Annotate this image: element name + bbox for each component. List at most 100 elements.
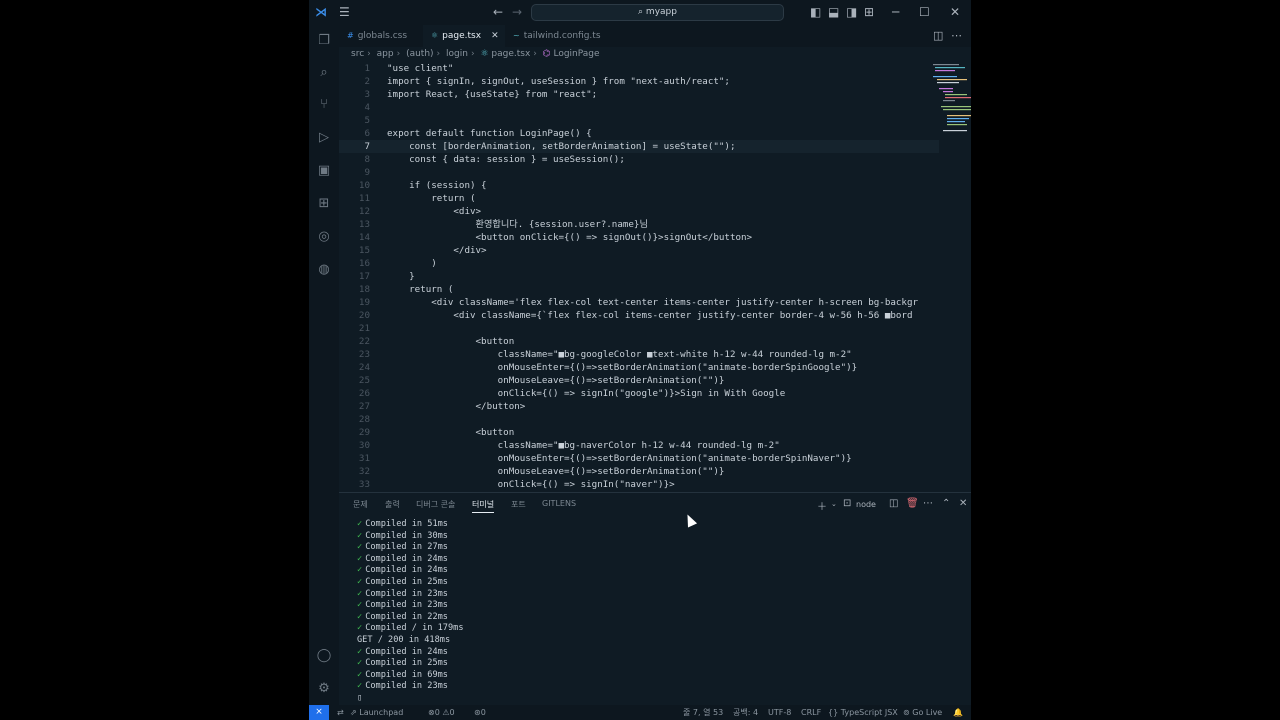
menu-icon[interactable]: ☰ [339,4,350,20]
source-control-icon[interactable]: ⑂ [316,97,332,113]
breadcrumb-item[interactable]: (auth) [406,49,433,59]
explorer-icon[interactable]: ❐ [316,33,332,49]
line-number: 14 [358,232,370,243]
more-actions-icon[interactable]: ⋯ [923,498,933,509]
split-terminal-icon[interactable]: ◫ [889,498,898,509]
sync-icon[interactable]: ⇄ [337,705,344,720]
run-debug-icon[interactable]: ▷ [316,130,332,146]
launchpad-item[interactable]: ⇗ Launchpad [350,705,403,720]
remote-indicator-icon[interactable]: ⨯ [309,705,329,720]
tab-terminal[interactable]: 터미널 [472,499,495,513]
tab-page-tsx[interactable]: ⚛ page.tsx ✕ [423,25,505,47]
go-live-button[interactable]: ⊚ Go Live [903,705,942,720]
line-number: 8 [364,154,370,165]
docker-icon[interactable]: ◍ [316,262,332,278]
minimap[interactable] [929,62,971,492]
remote-explorer-icon[interactable]: ▣ [316,163,332,179]
line-number: 19 [358,297,370,308]
code-line: 31 onMouseEnter={()=>setBorderAnimation(… [339,452,939,465]
checkmark-icon: ✓ [357,669,363,680]
search-icon[interactable]: ⌕ [316,65,332,81]
line-number: 24 [358,362,370,373]
activity-bar: ❐ ⌕ ⑂ ▷ ▣ ⊞ ◎ ◍ ◯ ⚙ [309,25,339,705]
line-number: 20 [358,310,370,321]
checkmark-icon: ✓ [357,576,363,587]
code-text: import { signIn, signOut, useSession } f… [387,76,730,87]
tab-output[interactable]: 출력 [385,499,400,510]
chevron-right-icon: › [470,49,475,59]
code-editor[interactable]: 1 "use client" 2 import { signIn, signOut, … [339,62,971,492]
terminal-text: Compiled in 30ms [365,530,448,541]
breadcrumb-item[interactable]: src [351,49,364,59]
cursor-position[interactable]: 줄 7, 열 53 [683,705,723,720]
code-line: 9 [339,166,939,179]
end-of-line[interactable]: CRLF [801,705,821,720]
more-actions-icon[interactable]: ⋯ [951,29,962,42]
code-text: import React, {useState} from "react"; [387,89,598,100]
code-line: 10 if (session) { [339,179,939,192]
customize-layout-icon[interactable]: ⊞ [864,4,874,20]
tab-gitlens[interactable]: GITLENS [542,499,576,508]
close-window-icon[interactable]: ✕ [950,4,960,20]
warning-icon: ⚠ [442,708,450,717]
maximize-icon[interactable]: ☐ [919,4,930,20]
tailwind-file-icon: ~ [513,31,520,40]
close-tab-icon[interactable]: ✕ [491,31,499,41]
breadcrumb-item[interactable]: page.tsx [491,49,530,59]
indentation[interactable]: 공백: 4 [733,705,758,720]
new-terminal-icon[interactable]: ＋ [817,498,827,513]
line-number: 22 [358,336,370,347]
toggle-sidebar-icon[interactable]: ◧ [810,4,821,20]
tab-debug-console[interactable]: 디버그 콘솔 [416,499,455,510]
command-center-search[interactable]: ⌕ myapp [531,4,784,21]
breadcrumb-item[interactable]: app [377,49,394,59]
gitlens-icon[interactable]: ◎ [316,229,332,245]
warning-count: 0 [449,708,455,717]
terminal-output[interactable]: ✓ Compiled in 51ms ✓ Compiled in 30ms ✓ Compi… [357,519,464,705]
settings-gear-icon[interactable]: ⚙ [316,681,332,697]
line-number: 1 [364,63,370,74]
trash-icon[interactable]: 🗑 [906,498,919,509]
tab-problems[interactable]: 문제 [353,499,368,510]
terminal-text: Compiled in 51ms [365,519,448,529]
breadcrumb-item[interactable]: login [446,49,468,59]
toggle-secondary-sidebar-icon[interactable]: ◨ [846,4,857,20]
line-number: 23 [358,349,370,360]
go-live-label: Go Live [912,708,943,717]
problems-indicator[interactable]: ⊗0 ⚠0 [428,705,455,720]
split-editor-icon[interactable]: ◫ [933,29,943,42]
account-icon[interactable]: ◯ [316,648,332,664]
terminal-text: Compiled in 24ms [365,553,448,564]
close-panel-icon[interactable]: ✕ [959,498,967,509]
code-line: 16 ) [339,257,939,270]
code-text: onMouseEnter={()=>setBorderAnimation("an… [387,362,858,373]
terminal-text: Compiled in 25ms [365,576,448,587]
language-mode[interactable]: {} TypeScript JSX [828,705,898,720]
notifications-bell-icon[interactable]: 🔔 [953,705,963,720]
maximize-panel-icon[interactable]: ⌃ [942,498,950,509]
extensions-icon[interactable]: ⊞ [316,196,332,212]
language-label: TypeScript JSX [840,708,898,717]
tab-globals-css[interactable]: # globals.css [339,25,423,47]
terminal-name[interactable]: node [856,500,876,509]
minimize-icon[interactable]: ─ [892,4,899,20]
line-number: 7 [364,141,370,152]
code-text: return ( [387,284,454,295]
code-line: 21 [339,322,939,335]
terminal-line: ✓ Compiled in 24ms [357,554,464,566]
code-line: 12 <div> [339,205,939,218]
checkmark-icon: ✓ [357,519,363,529]
back-arrow-icon[interactable]: ← [493,4,503,20]
code-line: 26 onClick={() => signIn("google")}>Sign… [339,387,939,400]
line-number: 3 [364,89,370,100]
tab-ports[interactable]: 포트 [511,499,526,510]
tab-tailwind-config[interactable]: ~ tailwind.config.ts [505,25,615,47]
checkmark-icon: ✓ [357,530,363,541]
code-line: 24 onMouseEnter={()=>setBorderAnimation(… [339,361,939,374]
forward-arrow-icon[interactable]: → [512,4,522,20]
toggle-panel-icon[interactable]: ⬓ [828,4,839,20]
breadcrumb-item[interactable]: LoginPage [553,49,599,59]
ports-indicator[interactable]: ⊛0 [474,705,486,720]
chevron-down-icon[interactable]: ⌄ [831,500,837,508]
encoding[interactable]: UTF-8 [768,705,791,720]
